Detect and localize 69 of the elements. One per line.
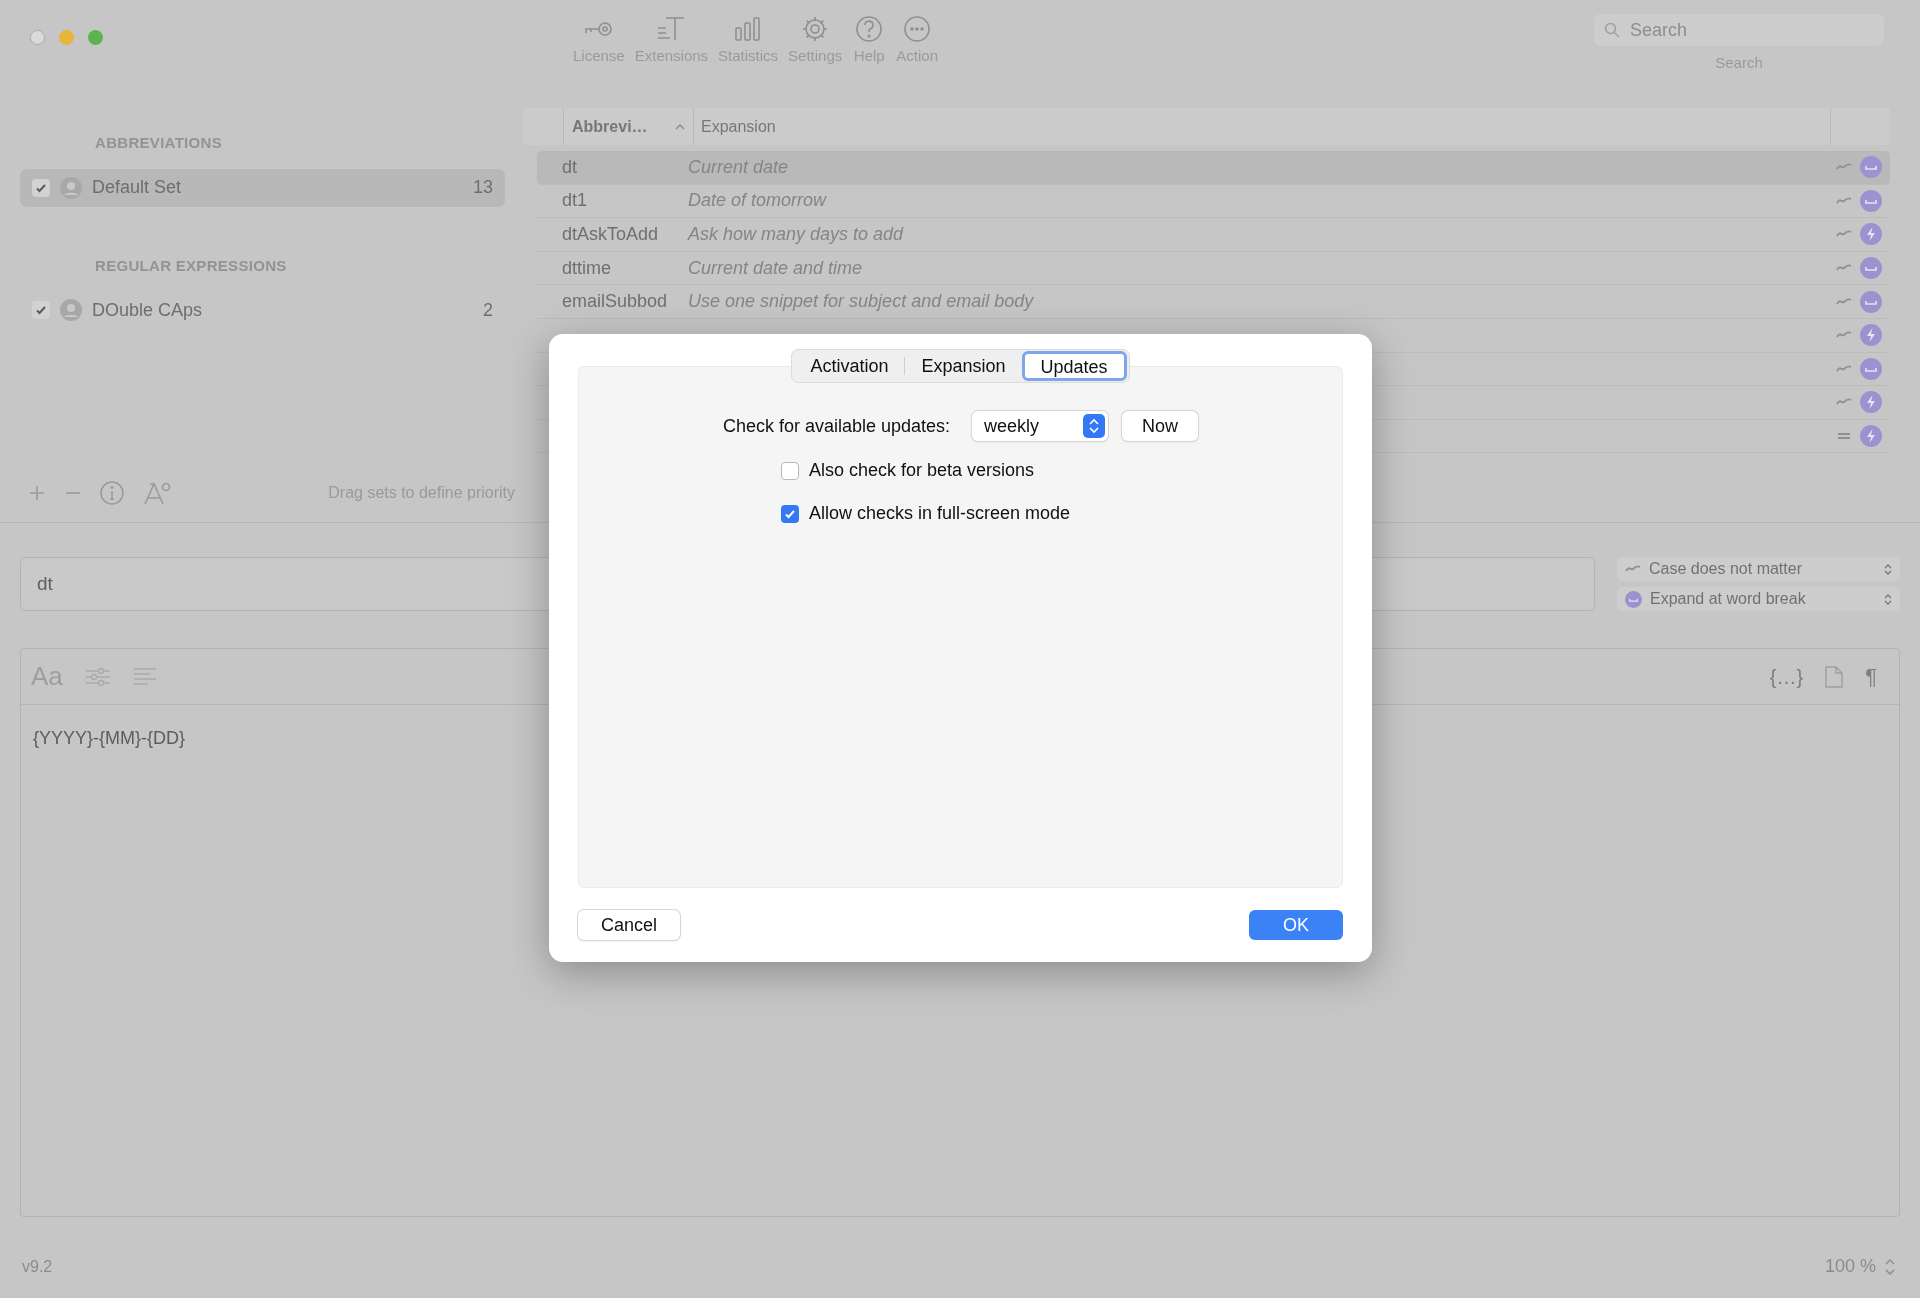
table-row[interactable]: dt1 Date of tomorrow [537,184,1890,219]
column-header[interactable]: Abbrevi… [563,108,693,145]
checkbox[interactable] [780,461,799,480]
check-now-button[interactable]: Now [1122,411,1199,441]
option-dropdown[interactable]: Case does not matter [1617,557,1900,581]
tilde-icon [1836,195,1852,206]
column-header[interactable]: Expansion [693,108,1830,145]
set-row[interactable]: Default Set 13 [20,168,505,207]
zoom-level: 100 % [1824,1255,1876,1278]
space-bar-icon [1860,290,1882,313]
expansion-cell-text: Current date and time [687,256,863,280]
stepper-icon [1083,414,1106,438]
table-row[interactable]: emailSubbod Use one snippet for subject and email body [537,285,1890,319]
person-icon [60,299,82,321]
expansion-cell-text: Date of tomorrow [687,189,827,213]
expansion-cell-text: Use one snippet for subject and email body [687,290,1034,314]
checkbox-label: Also check for beta versions [808,459,1035,482]
checkmark-icon [35,304,47,316]
update-frequency-label: Check for available updates: [722,414,951,438]
expansion-cell-text: Ask how many days to add [686,223,904,246]
abbreviation-cell-text: dt [561,155,578,179]
space-bar-icon [1860,189,1882,212]
tab[interactable]: Expansion [905,351,1022,381]
stepper-icon [1884,592,1892,606]
lightning-icon [1860,425,1882,448]
search-icon [1604,22,1620,38]
space-bar-icon [1860,257,1882,280]
equals-icon [1836,431,1852,442]
paragraph-button[interactable]: ¶ [1865,660,1877,693]
abbreviation-cell-text: dt1 [561,189,589,213]
version-label: v9.2 [22,1256,53,1277]
variables-button[interactable]: {…} [1769,661,1804,692]
sort-ascending-icon [675,122,685,131]
tilde-icon [1836,363,1852,374]
lightning-icon [1860,223,1882,246]
frequency-popup[interactable]: weekly [972,411,1109,441]
table-row[interactable]: dttime Current date and time [537,251,1890,286]
search-field[interactable]: Search [1594,14,1884,46]
ok-button[interactable]: OK [1249,910,1343,940]
person-icon [60,176,82,199]
tilde-icon [1625,564,1641,574]
add-icon[interactable] [28,484,46,502]
info-icon[interactable] [100,481,124,505]
tab[interactable]: Activation [794,351,905,381]
lightning-icon [1860,391,1882,414]
checkbox[interactable] [32,178,50,197]
cancel-button[interactable]: Cancel [578,910,680,940]
app-settings-icon[interactable] [142,480,172,506]
space-bar-icon [1625,590,1642,608]
tilde-icon [1836,296,1852,307]
abbreviation-cell-text: emailSubbod [561,290,667,314]
abbreviation-cell-text: dtAskToAdd [561,223,660,246]
table-row[interactable]: dtAskToAdd Ask how many days to add [537,218,1890,252]
space-bar-icon [1860,357,1882,380]
tab[interactable]: Updates [1021,351,1127,381]
close-window-icon[interactable] [30,30,45,45]
checkbox[interactable] [32,301,50,319]
expansion-text: {YYYY}-{MM}-{DD} [33,728,186,748]
checkbox[interactable] [780,504,799,523]
zoom-window-icon[interactable] [88,30,103,45]
minimize-window-icon[interactable] [59,30,74,45]
option-dropdown[interactable]: Expand at word break [1617,587,1900,611]
space-bar-icon [1860,156,1882,179]
lightning-icon [1860,324,1882,347]
stepper-icon [1884,562,1892,576]
document-icon[interactable] [1825,665,1844,688]
sliders-icon[interactable] [84,665,111,688]
checkbox-label: Allow checks in full-screen mode [808,502,1071,525]
abbreviation-cell-text: dttime [561,256,613,280]
